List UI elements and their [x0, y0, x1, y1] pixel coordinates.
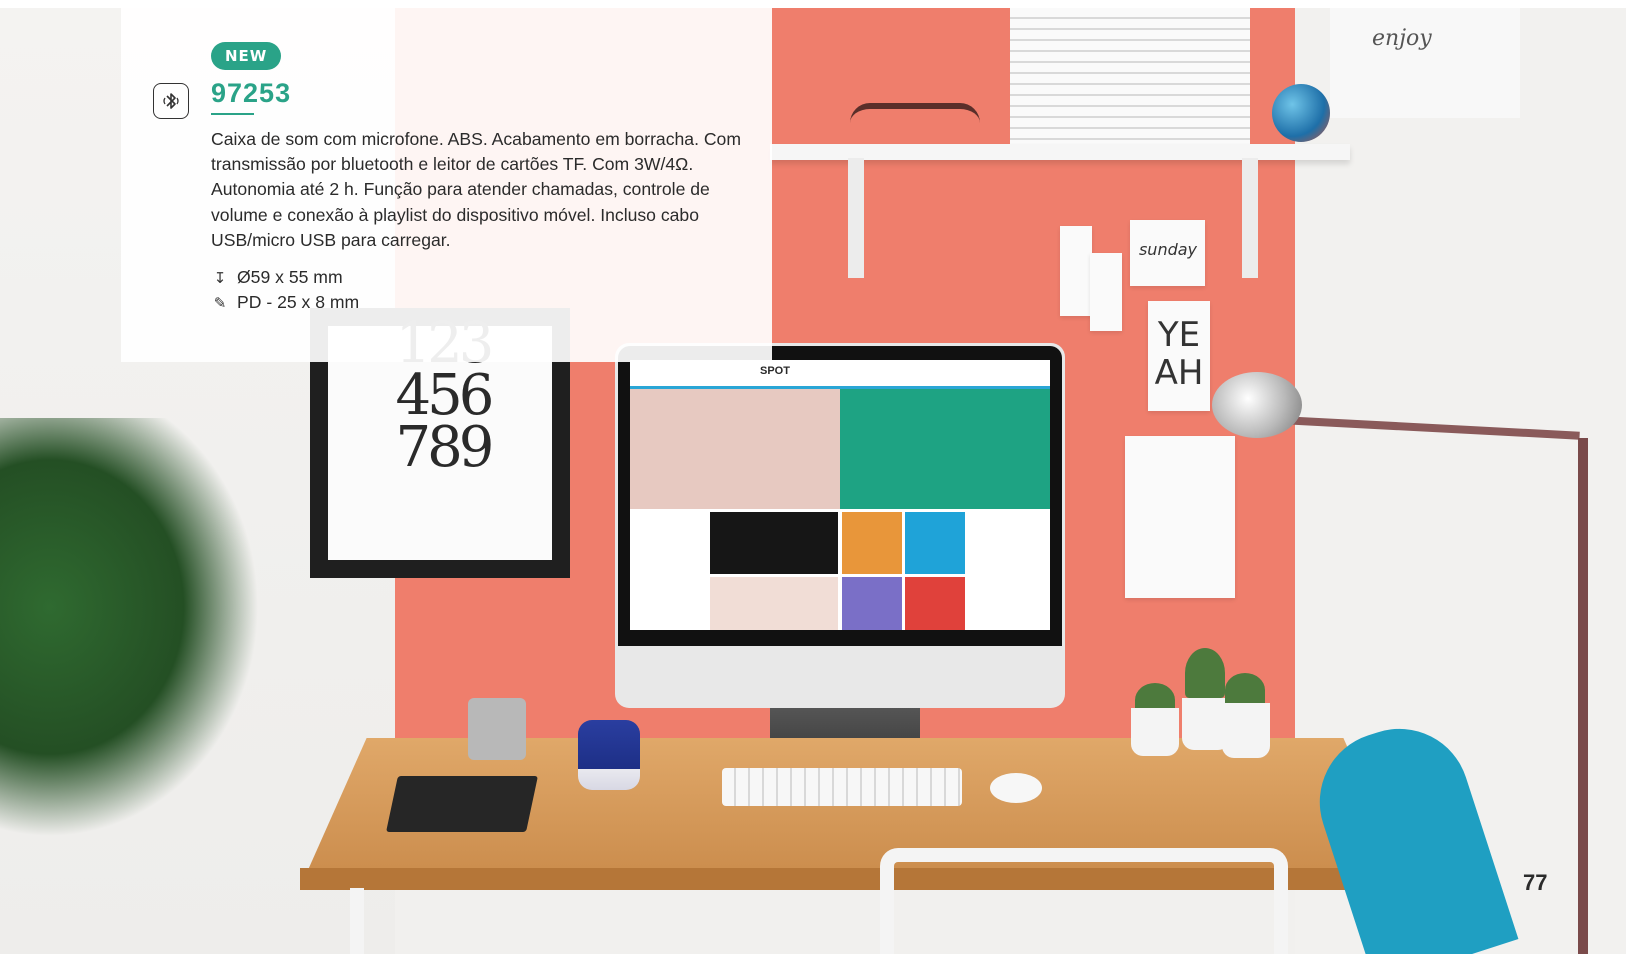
floor-lamp-head [1212, 372, 1302, 438]
bluetooth-speaker [578, 720, 640, 790]
screen-header: SPOT [630, 360, 1050, 389]
eyeglasses [850, 103, 980, 149]
shelf-bracket [1242, 158, 1258, 278]
arrow-print [1060, 226, 1092, 316]
screen-tile [842, 577, 902, 630]
yeah-line-1: YE [1157, 315, 1201, 355]
desk-leg [350, 888, 364, 954]
print-method-icon: ✎ [213, 295, 227, 312]
product-code: 97253 [211, 78, 292, 108]
computer-screen: SPOT [630, 360, 1050, 630]
book-stack [1010, 8, 1250, 144]
code-underline [211, 113, 254, 115]
white-chair [880, 848, 1288, 954]
succulent [1185, 648, 1225, 698]
yeah-line-2: AH [1154, 353, 1204, 393]
screen-tile [710, 512, 838, 574]
succulent [1225, 673, 1265, 707]
coffee-photo-print [1125, 436, 1235, 598]
sunday-poster-text: sunday [1138, 240, 1198, 259]
product-description: Caixa de som com microfone. ABS. Acabame… [211, 129, 742, 250]
arrow-print [1090, 253, 1122, 331]
spec-print-method: ✎ PD - 25 x 8 mm [211, 290, 360, 316]
catalog-page: enjoy sunday YE AH 123 456 789 SPOT [0, 0, 1626, 954]
spec-dimensions: ↧ Ø59 x 55 mm [211, 265, 343, 291]
screen-logo: SPOT [760, 365, 790, 377]
black-notebook [386, 776, 538, 832]
enjoy-card [1330, 8, 1520, 118]
spec-print-method-text: PD - 25 x 8 mm [237, 292, 360, 312]
palm-plant [0, 418, 260, 838]
screen-tile [840, 389, 1050, 509]
floor-lamp-pole [1578, 438, 1588, 954]
pencil-cup [468, 698, 526, 760]
keyboard [722, 768, 962, 806]
page-number: 77 [1523, 870, 1548, 895]
screen-tile [630, 389, 840, 509]
shelf-bracket [848, 158, 864, 278]
globe [1272, 84, 1330, 142]
plant-pot [1131, 708, 1179, 756]
screen-tile [710, 577, 838, 630]
dimensions-icon: ↧ [213, 270, 227, 287]
screen-tile [905, 512, 965, 574]
plant-pot [1222, 703, 1270, 758]
new-badge: NEW [211, 42, 282, 70]
number-art-line: 789 [395, 415, 495, 480]
bluetooth-icon [153, 83, 189, 119]
screen-tile [905, 577, 965, 630]
screen-tile [842, 512, 902, 574]
enjoy-card-text: enjoy [1372, 26, 1432, 51]
mouse [990, 773, 1042, 803]
yeah-poster-text: YE AH [1150, 316, 1208, 392]
spec-dimensions-text: Ø59 x 55 mm [237, 267, 343, 287]
